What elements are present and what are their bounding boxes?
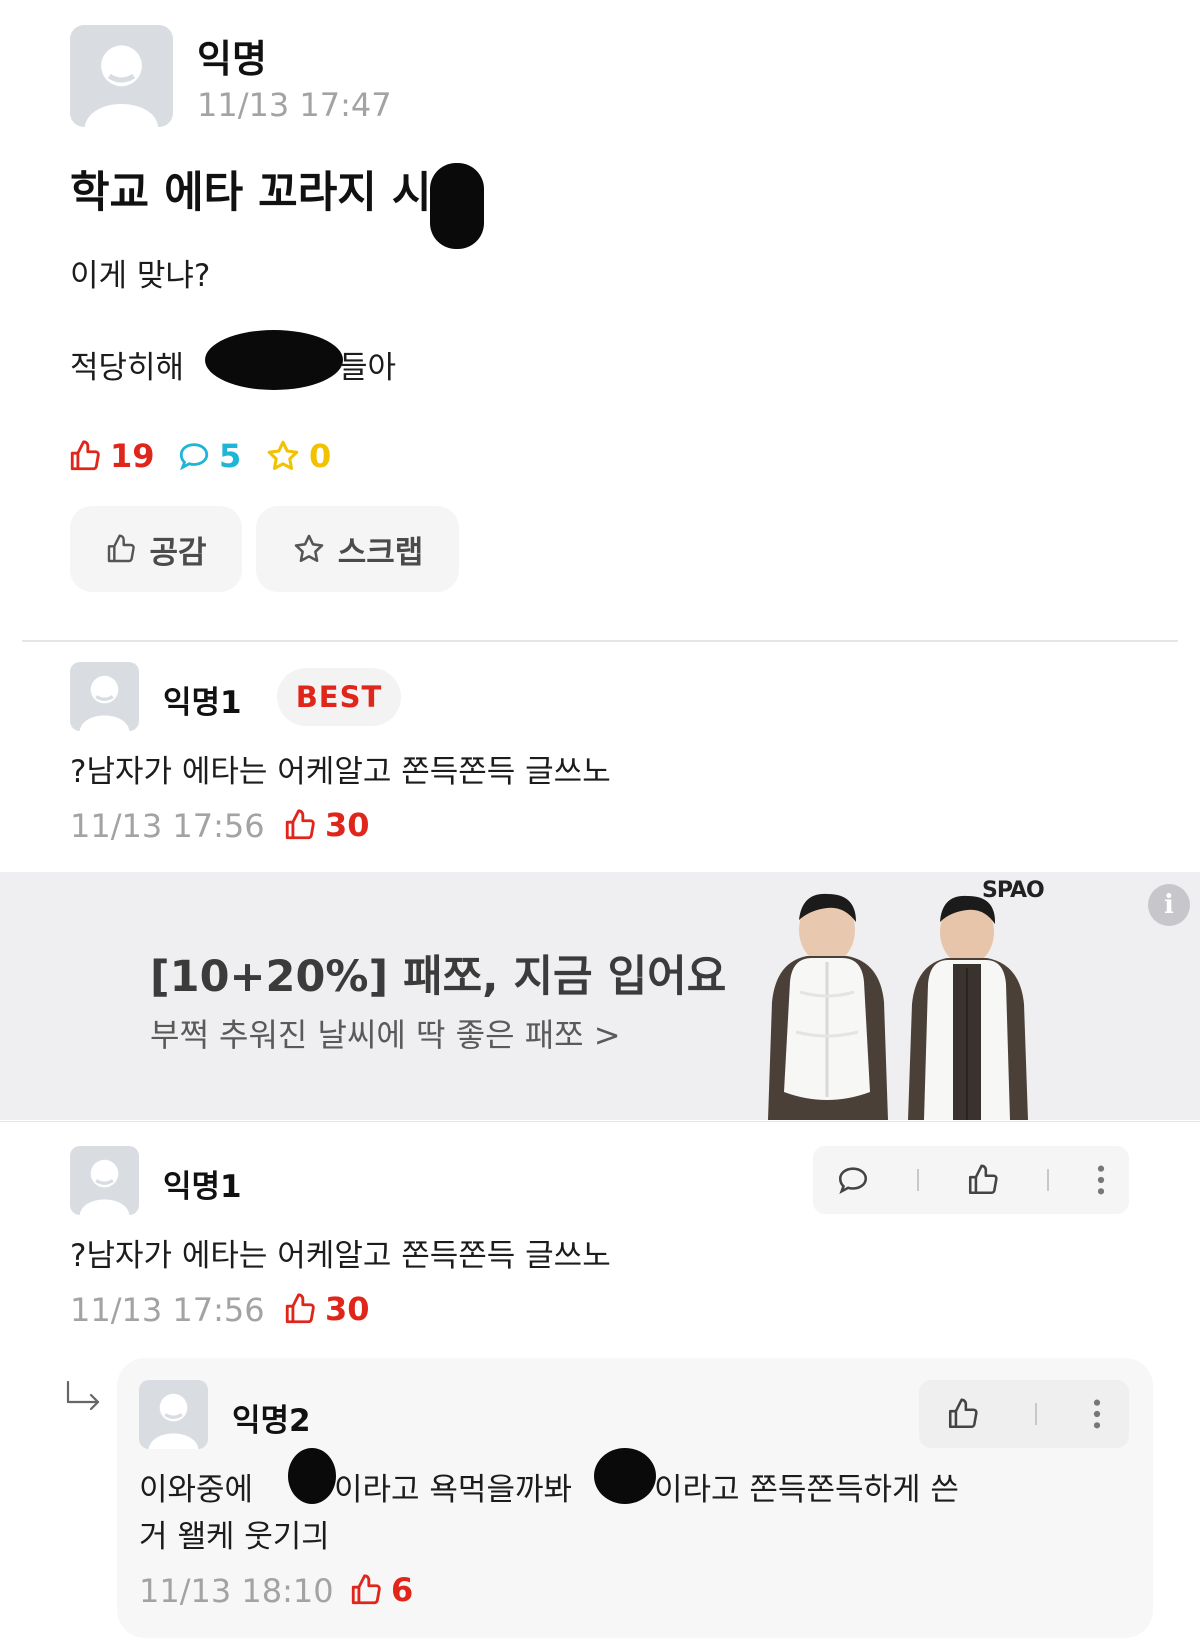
avatar-icon bbox=[79, 1159, 130, 1215]
avatar-icon bbox=[79, 675, 130, 731]
post-scrap-count: 0 bbox=[265, 437, 331, 475]
post-author-name: 익명 bbox=[197, 37, 267, 81]
thumbs-up-icon bbox=[285, 809, 315, 840]
best-comment-avatar bbox=[70, 662, 139, 731]
best-comment-likes: 30 bbox=[283, 806, 370, 844]
like-button-label: 공감 bbox=[149, 534, 207, 571]
reply-like-value: 6 bbox=[391, 1571, 414, 1609]
post-comment-count: 5 bbox=[177, 437, 241, 475]
ad-models-image bbox=[768, 893, 1028, 1120]
reply-arrow-icon bbox=[66, 1380, 100, 1411]
comment-text: ?남자가 에타는 어케알고 쫀득쫀득 글쓰노 bbox=[70, 1238, 611, 1274]
thumbs-up-icon[interactable] bbox=[966, 1163, 1000, 1197]
post-time: 11/13 17:47 bbox=[197, 86, 392, 124]
reply-time: 11/13 18:10 bbox=[139, 1572, 334, 1610]
star-icon bbox=[267, 440, 299, 470]
reply-likes: 6 bbox=[349, 1571, 413, 1609]
comment-author: 익명1 bbox=[163, 1169, 242, 1205]
reply-text-line-2: 거 왤케 웃기긔 bbox=[139, 1519, 330, 1555]
redaction-mark bbox=[205, 330, 343, 390]
best-comment-time: 11/13 17:56 bbox=[70, 807, 265, 845]
action-separator bbox=[1034, 1403, 1037, 1425]
comment-action-bar bbox=[813, 1146, 1129, 1214]
redaction-mark bbox=[430, 163, 484, 249]
thumbs-up-icon bbox=[285, 1293, 315, 1324]
best-comment-author: 익명1 bbox=[163, 685, 242, 721]
post-comment-value: 5 bbox=[219, 437, 242, 475]
info-icon[interactable]: i bbox=[1148, 884, 1190, 926]
reply-avatar bbox=[139, 1380, 208, 1449]
thumbs-up-icon bbox=[70, 440, 100, 471]
avatar-icon bbox=[148, 1393, 199, 1449]
divider bbox=[22, 640, 1178, 642]
comment-avatar bbox=[70, 1146, 139, 1215]
ad-headline: [10+20%] 패쪼, 지금 입어요 bbox=[150, 952, 727, 1002]
scrap-button[interactable]: 스크랩 bbox=[256, 506, 459, 592]
reply-text-part-2: 이라고 욕먹을까봐 bbox=[334, 1472, 573, 1508]
comment-time: 11/13 17:56 bbox=[70, 1291, 265, 1329]
reply-speech-bubble-icon[interactable] bbox=[836, 1163, 870, 1197]
avatar-icon bbox=[84, 45, 159, 127]
redaction-mark bbox=[594, 1448, 656, 1504]
speech-bubble-icon bbox=[179, 443, 209, 471]
divider bbox=[0, 1121, 1200, 1122]
reply-action-bar bbox=[919, 1380, 1129, 1448]
star-icon bbox=[294, 534, 324, 563]
best-badge: BEST bbox=[277, 668, 401, 726]
thumbs-up-icon bbox=[351, 1574, 381, 1605]
post-scrap-value: 0 bbox=[309, 437, 332, 475]
action-separator bbox=[1046, 1169, 1049, 1191]
post-body-line-2-end: 들아 bbox=[339, 350, 397, 386]
reply-text-part-1: 이와중에 bbox=[139, 1472, 254, 1508]
reply-text-part-3: 이라고 쫀득쫀득하게 쓴 bbox=[654, 1472, 959, 1508]
post-like-value: 19 bbox=[110, 437, 155, 475]
post-body-line-2-start: 적당히해 bbox=[70, 350, 185, 386]
thumbs-up-icon bbox=[108, 534, 136, 563]
like-button[interactable]: 공감 bbox=[70, 506, 242, 592]
ad-banner[interactable]: [10+20%] 패쪼, 지금 입어요 부쩍 추워진 날씨에 딱 좋은 패쪼 >… bbox=[0, 872, 1200, 1120]
scrap-button-label: 스크랩 bbox=[337, 534, 424, 571]
comment-likes: 30 bbox=[283, 1290, 370, 1328]
post-title: 학교 에타 꼬라지 시 bbox=[70, 168, 432, 218]
action-separator bbox=[917, 1169, 920, 1191]
more-vertical-icon[interactable] bbox=[1092, 1397, 1102, 1431]
thumbs-up-icon[interactable] bbox=[946, 1397, 980, 1431]
ad-subline: 부쩍 추워진 날씨에 딱 좋은 패쪼 > bbox=[150, 1016, 621, 1054]
comment-like-value: 30 bbox=[325, 1290, 370, 1328]
best-comment-like-value: 30 bbox=[325, 806, 370, 844]
post-author-avatar bbox=[70, 25, 173, 127]
redaction-mark bbox=[288, 1448, 336, 1504]
reply-author: 익명2 bbox=[232, 1403, 311, 1439]
more-vertical-icon[interactable] bbox=[1096, 1163, 1106, 1197]
best-comment-text: ?남자가 에타는 어케알고 쫀득쫀득 글쓰노 bbox=[70, 754, 611, 790]
post-body-line-1: 이게 맞냐? bbox=[70, 258, 211, 294]
post-like-count: 19 bbox=[68, 437, 155, 475]
